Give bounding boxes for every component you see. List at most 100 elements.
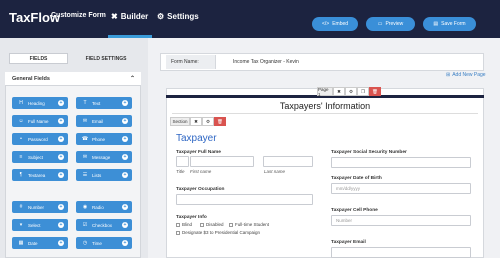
subject-icon: ≡: [19, 154, 23, 160]
last-name-field[interactable]: [263, 156, 313, 167]
add-icon[interactable]: +: [58, 154, 64, 160]
list-icon: ☰: [82, 172, 88, 178]
preview-button[interactable]: ▭ Preview: [366, 17, 415, 31]
textarea-icon: ¶: [19, 172, 23, 178]
dob-field[interactable]: mm/dd/yyyy: [331, 183, 471, 194]
section-heading: Taxpayer: [176, 133, 217, 144]
checkbox-presidential-campaign[interactable]: Designate $3 to Presidential Campaign: [176, 230, 260, 235]
field-button-lists[interactable]: ☰ Lists +: [76, 169, 132, 181]
add-icon[interactable]: +: [58, 240, 64, 246]
occupation-field[interactable]: [176, 194, 313, 205]
add-icon[interactable]: +: [122, 118, 128, 124]
form-name-input[interactable]: Income Tax Organizer - Kevin: [233, 59, 299, 65]
occupation-label: Taxpayer Occupation: [176, 187, 225, 192]
field-button-subject[interactable]: ≡ Subject +: [12, 151, 68, 163]
tab-settings-label: Settings: [167, 12, 199, 21]
add-page-label: Add New Page: [452, 72, 486, 78]
add-icon[interactable]: +: [122, 204, 128, 210]
field-button-number[interactable]: # Number +: [12, 201, 68, 213]
delete-icon[interactable]: 🗑: [369, 87, 381, 96]
field-button-email[interactable]: ✉ Email +: [76, 115, 132, 127]
fulltime-student-label: Full-time Student: [235, 222, 270, 227]
add-icon[interactable]: +: [58, 100, 64, 106]
field-button-label: Heading: [28, 100, 45, 106]
field-button-date[interactable]: ▦ Date +: [12, 237, 68, 249]
field-button-label: Checkbox: [92, 222, 113, 228]
field-button-message[interactable]: ✉ Message +: [76, 151, 132, 163]
select-icon: ▾: [19, 222, 23, 228]
add-icon[interactable]: +: [122, 222, 128, 228]
email-field[interactable]: [331, 247, 471, 258]
add-icon[interactable]: +: [58, 118, 64, 124]
checkbox-fulltime-student[interactable]: Full-time Student: [229, 222, 269, 227]
title-field[interactable]: [176, 156, 189, 167]
disabled-label: Disabled: [206, 222, 224, 227]
field-button-textarea[interactable]: ¶ Textarea +: [12, 169, 68, 181]
save-form-button[interactable]: ▤ Save Form: [423, 17, 476, 31]
copy-icon[interactable]: ❐: [357, 87, 369, 96]
field-button-heading[interactable]: H Heading +: [12, 97, 68, 109]
add-icon[interactable]: +: [122, 154, 128, 160]
field-button-select[interactable]: ▾ Select +: [12, 219, 68, 231]
add-icon[interactable]: +: [58, 204, 64, 210]
cell-phone-field[interactable]: Number: [331, 215, 471, 226]
form-title: Taxpayers' Information: [279, 101, 371, 111]
ssn-label: Taxpayer Social Security Number: [331, 150, 407, 155]
title-sublabel: Title: [176, 169, 185, 174]
delete-icon[interactable]: 🗑: [214, 117, 226, 126]
user-icon: ☺: [18, 118, 24, 124]
move-icon[interactable]: ✖: [190, 117, 202, 126]
field-button-radio[interactable]: ◉ Radio +: [76, 201, 132, 213]
email-label: Taxpayer Email: [331, 240, 366, 245]
gear-icon: ⚙: [157, 12, 165, 21]
add-new-page-link[interactable]: ⊞ Add New Page: [446, 72, 486, 78]
tab-fields[interactable]: FIELDS: [9, 53, 68, 64]
page-label: Page 1: [317, 87, 333, 97]
field-button-full-name[interactable]: ☺ Full Name +: [12, 115, 68, 127]
checkbox-blind[interactable]: Blind: [176, 222, 192, 227]
add-icon[interactable]: +: [58, 222, 64, 228]
field-button-label: Lists: [92, 172, 102, 178]
add-icon[interactable]: +: [58, 136, 64, 142]
first-name-field[interactable]: [190, 156, 254, 167]
add-icon[interactable]: +: [122, 136, 128, 142]
field-button-time[interactable]: ◷ Time +: [76, 237, 132, 249]
add-icon[interactable]: +: [122, 172, 128, 178]
field-button-label: Phone: [92, 136, 106, 142]
phone-icon: ☎: [81, 136, 89, 142]
dob-label: Taxpayer Date of Birth: [331, 176, 382, 181]
field-button-password[interactable]: • Password +: [12, 133, 68, 145]
add-page-icon: ⊞: [446, 72, 451, 78]
app-subtitle: Customize Form: [51, 12, 106, 19]
general-fields-header[interactable]: General Fields ⌃: [5, 72, 141, 86]
ssn-field[interactable]: [331, 157, 471, 168]
checkbox-disabled[interactable]: Disabled: [200, 222, 224, 227]
title-divider: [172, 113, 478, 114]
gear-icon[interactable]: ⚙: [202, 117, 214, 126]
tab-builder[interactable]: ✖ Builder: [111, 12, 148, 21]
field-button-label: Text: [92, 100, 101, 106]
field-button-checkbox[interactable]: ☑ Checkbox +: [76, 219, 132, 231]
embed-label: Embed: [332, 21, 349, 27]
gear-icon[interactable]: ⚙: [345, 87, 357, 96]
move-icon[interactable]: ✖: [333, 87, 345, 96]
first-name-sublabel: First name: [190, 169, 212, 174]
field-button-text[interactable]: T Text +: [76, 97, 132, 109]
calendar-icon: ▦: [18, 240, 24, 246]
add-icon[interactable]: +: [122, 240, 128, 246]
tab-field-settings[interactable]: FIELD SETTINGS: [74, 53, 138, 64]
chevron-up-icon[interactable]: ⌃: [130, 75, 135, 82]
lock-icon: •: [20, 136, 22, 142]
tab-settings[interactable]: ⚙ Settings: [157, 12, 199, 21]
section-label: Section: [170, 117, 190, 126]
field-button-label: Subject: [28, 154, 44, 160]
last-name-sublabel: Last name: [264, 169, 286, 174]
add-icon[interactable]: +: [58, 172, 64, 178]
general-fields-title: General Fields: [12, 75, 50, 82]
field-button-label: Radio: [92, 204, 104, 210]
embed-button[interactable]: </> Embed: [312, 17, 358, 31]
add-icon[interactable]: +: [122, 100, 128, 106]
number-icon: #: [19, 204, 23, 210]
full-name-label: Taxpayer Full Name: [176, 150, 221, 155]
field-button-phone[interactable]: ☎ Phone +: [76, 133, 132, 145]
